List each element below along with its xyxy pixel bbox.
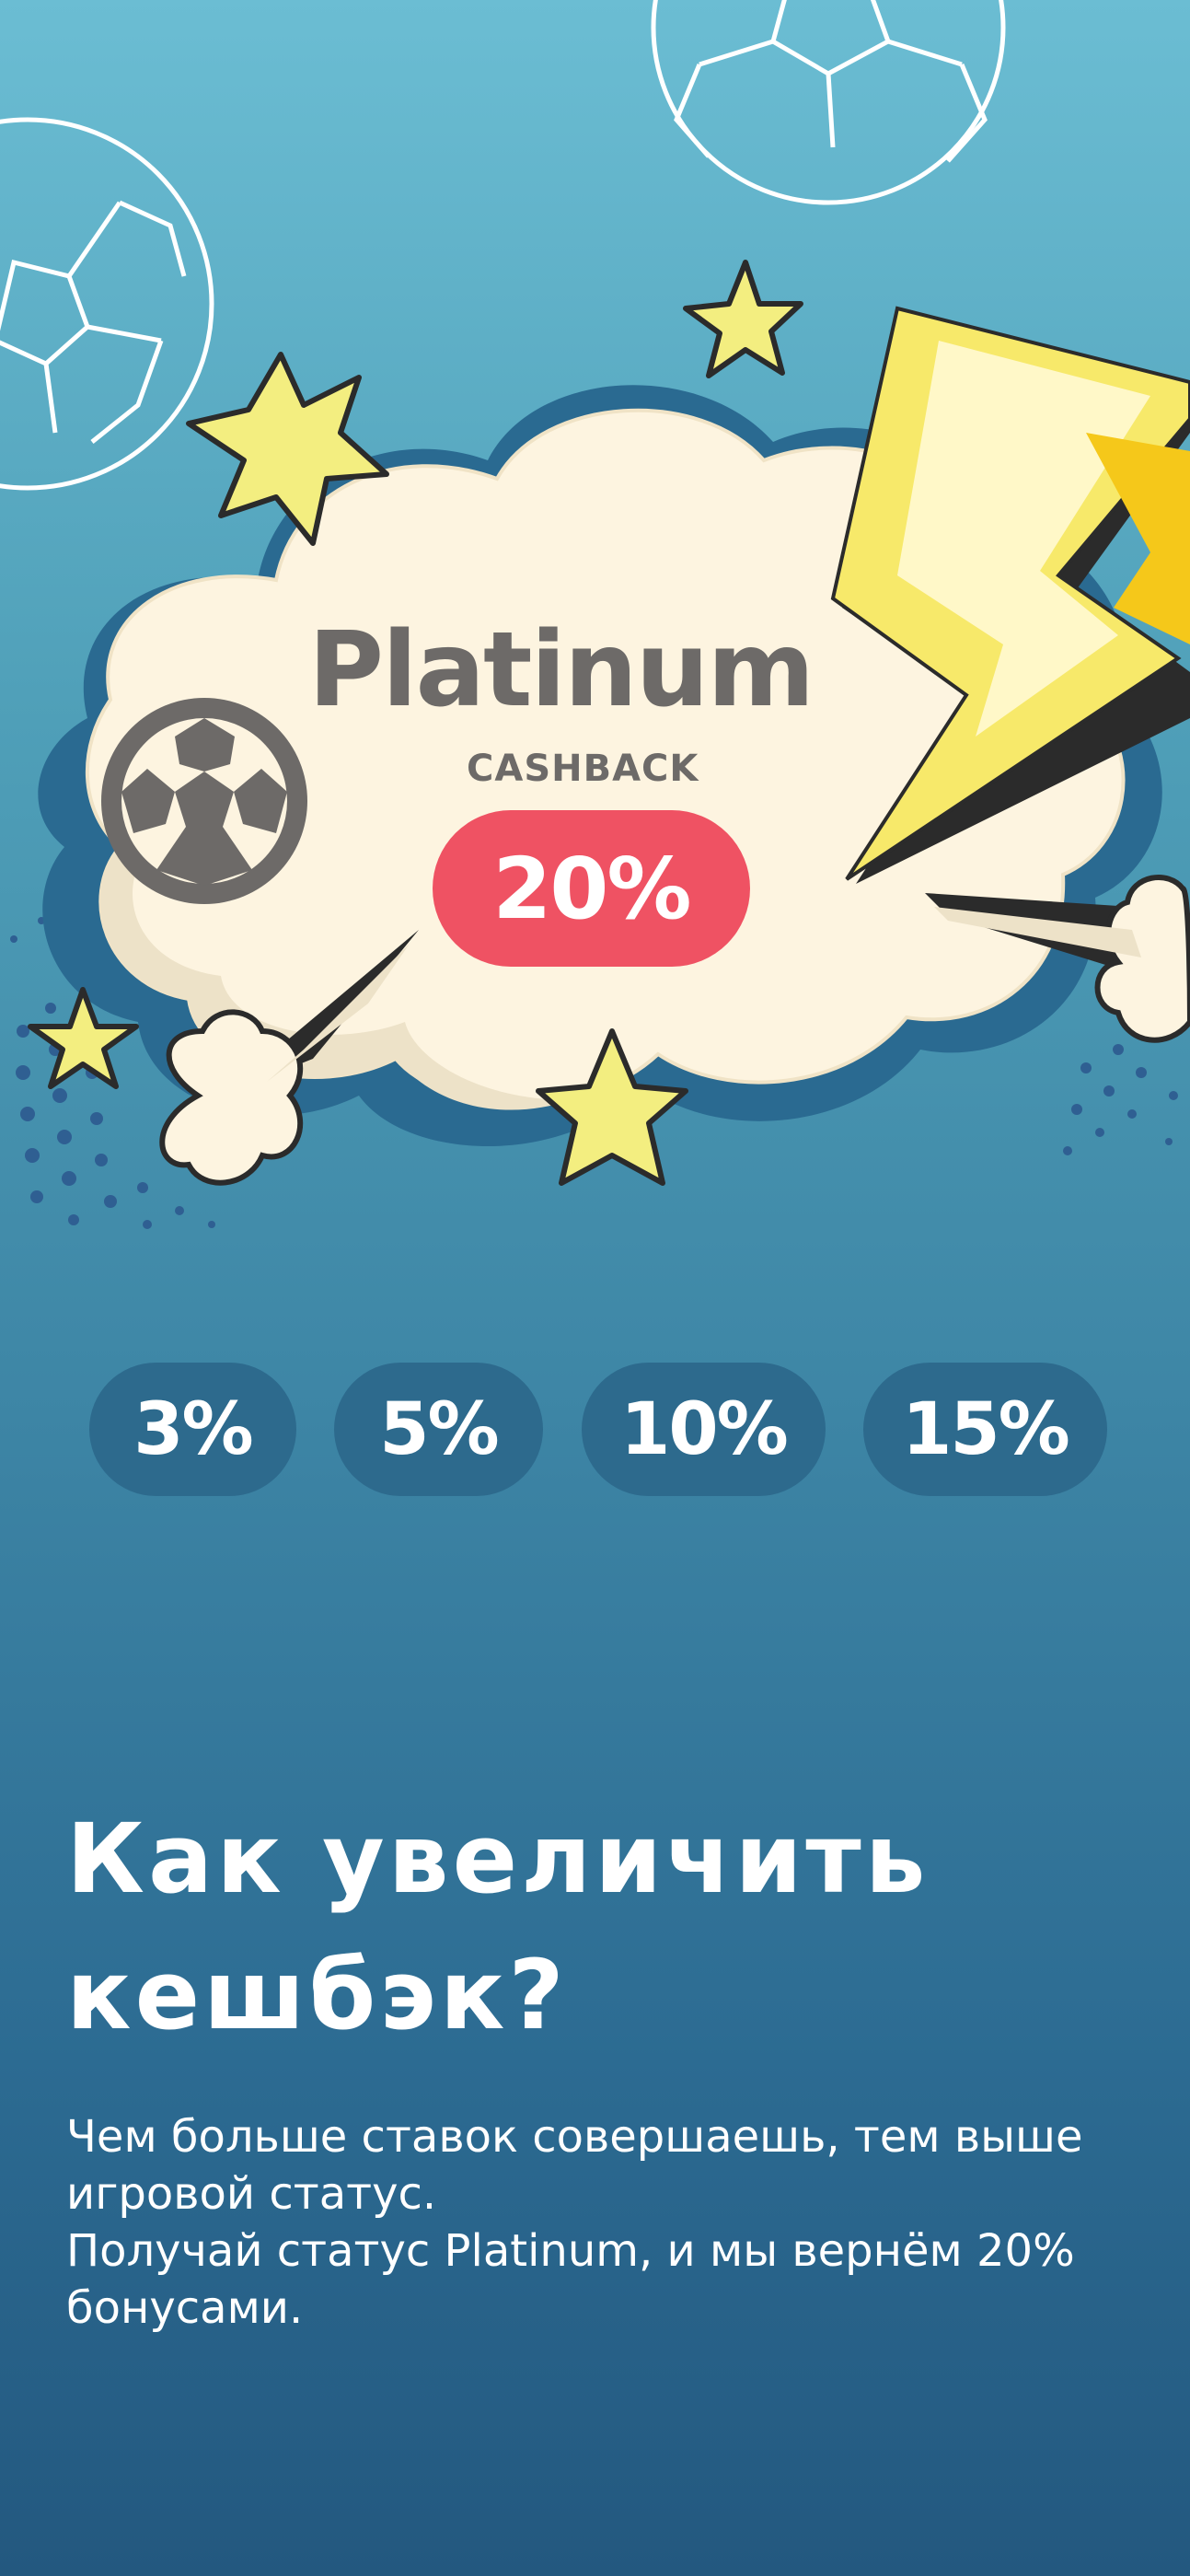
cashback-levels: 3% 5% 10% 15%: [0, 1363, 1190, 1496]
info-description: Чем больше ставок совершаешь, тем выше и…: [66, 2108, 1152, 2337]
cashback-label: CASHBACK: [467, 748, 699, 790]
info-heading-line: кешбэк?: [66, 1939, 568, 2051]
cashback-percent-badge: 20%: [433, 810, 750, 967]
level-badge: 3%: [89, 1363, 296, 1496]
description-paragraph: Чем больше ставок совершаешь, тем выше и…: [66, 2111, 1083, 2220]
status-title: Platinum: [308, 610, 815, 730]
level-badge: 10%: [582, 1363, 826, 1496]
description-paragraph: Получай статус Platinum, и мы вернём 20%…: [66, 2225, 1075, 2334]
info-heading: Как увеличить кешбэк?: [66, 1791, 1152, 2063]
level-badge: 15%: [863, 1363, 1107, 1496]
level-badge: 5%: [334, 1363, 543, 1496]
promo-badge: Platinum CASHBACK 20%: [0, 0, 1190, 1013]
cashback-promo-page: Platinum CASHBACK 20% 3% 5% 10% 15% Как …: [0, 0, 1190, 2576]
info-heading-line: Как увеличить: [66, 1803, 930, 1915]
